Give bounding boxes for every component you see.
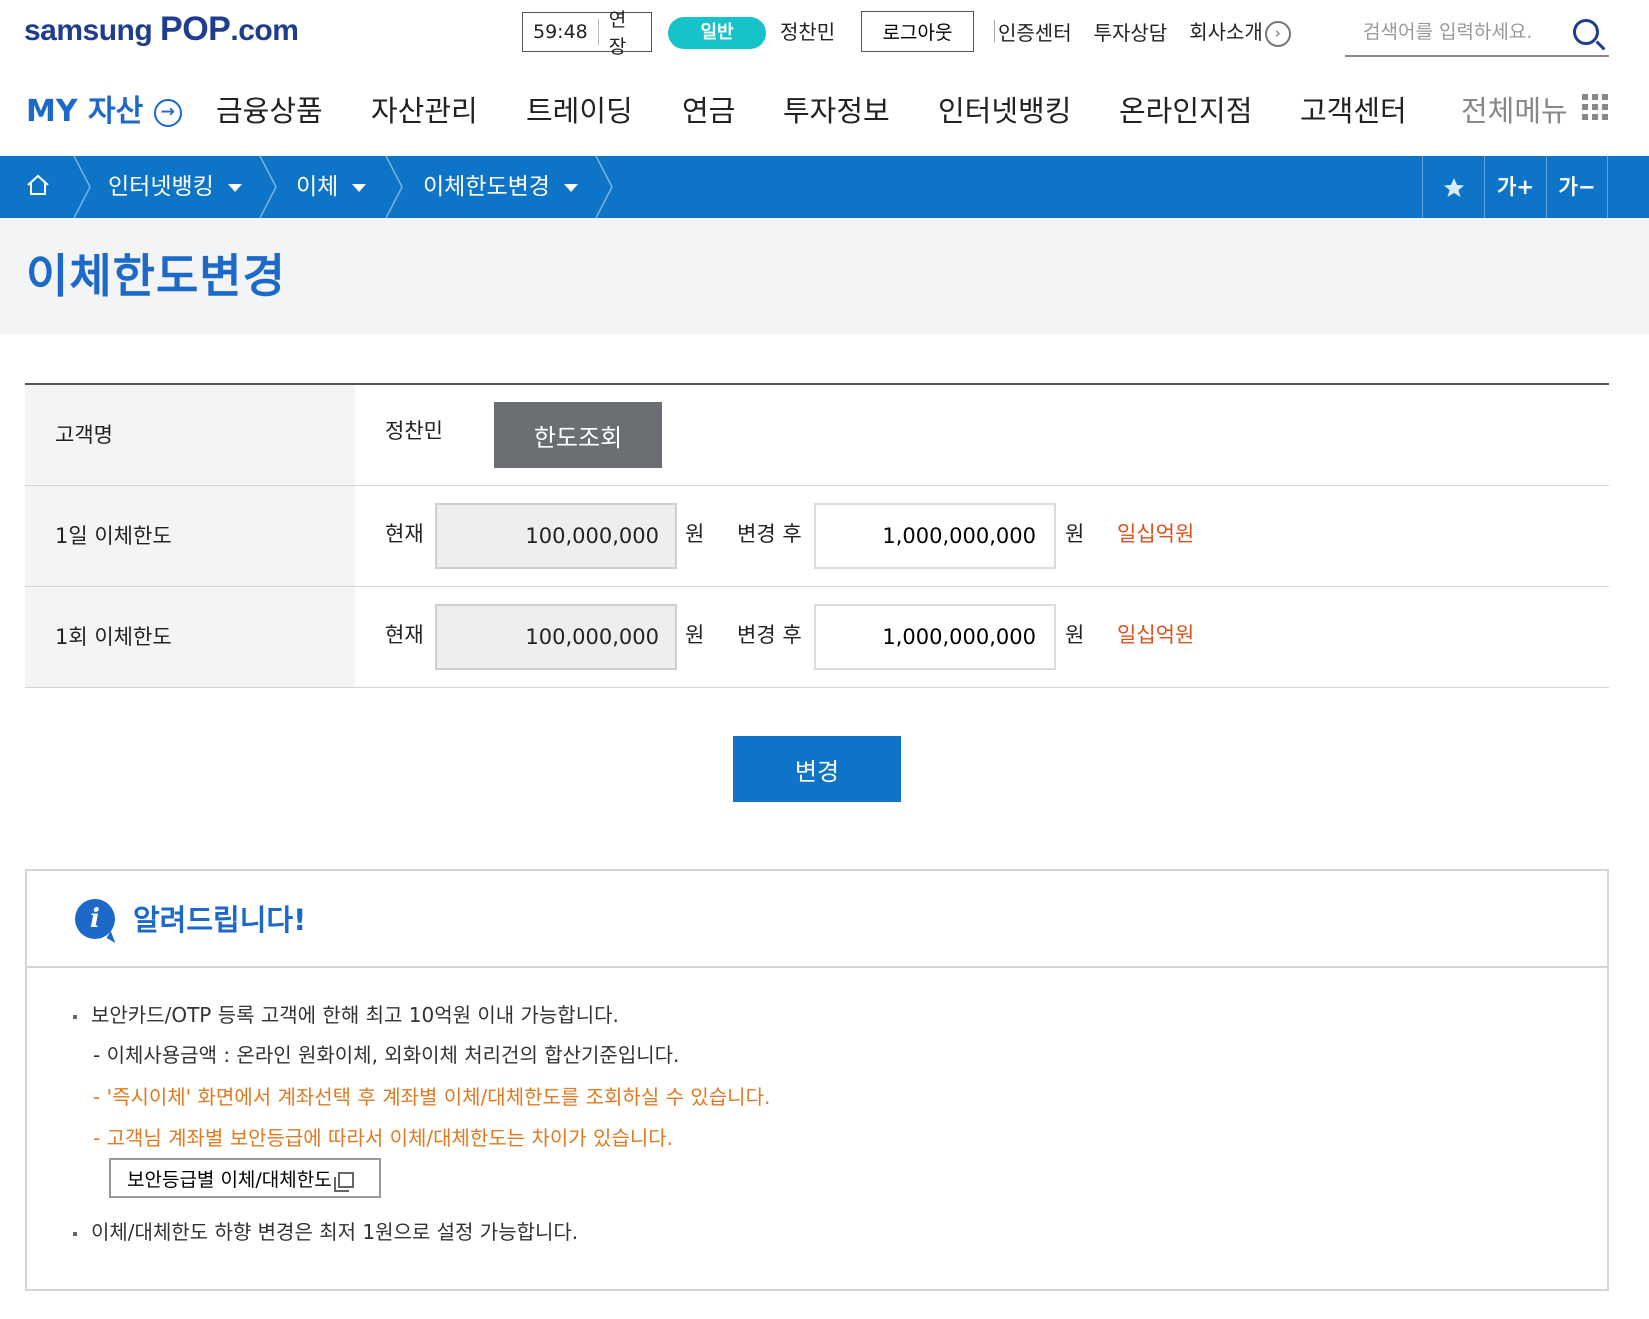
- user-name: 정찬민: [780, 20, 836, 44]
- session-timer-box: 59:48 연장: [522, 9, 652, 58]
- daily-korean-amount: 일십억원: [1117, 522, 1195, 546]
- font-size-up-button[interactable]: 가+: [1484, 156, 1546, 218]
- caret-down-icon: [563, 183, 578, 192]
- caret-down-icon: [227, 183, 242, 192]
- daily-limit-label: 1일 이체한도: [25, 486, 355, 586]
- unit-won: 원: [1065, 522, 1085, 546]
- limit-query-button[interactable]: 한도조회: [494, 402, 662, 468]
- breadcrumb-separator: [259, 156, 277, 218]
- breadcrumb-separator: [595, 156, 613, 218]
- nav-item-asset-management[interactable]: 자산관리: [371, 88, 478, 130]
- nav-item-internet-banking[interactable]: 인터넷뱅킹: [938, 88, 1071, 130]
- security-grade-limit-popup-button[interactable]: 보안등급별 이체/대체한도: [109, 1158, 381, 1198]
- bullet-icon: [73, 1231, 77, 1236]
- unit-won: 원: [1065, 623, 1085, 647]
- page-title: 이체한도변경: [26, 249, 286, 303]
- customer-row: 고객명 정찬민 한도조회: [25, 385, 1609, 486]
- after-label: 변경 후: [737, 623, 802, 647]
- home-icon[interactable]: [26, 173, 50, 197]
- site-logo[interactable]: samsung POP.com: [24, 10, 299, 49]
- caret-down-icon: [352, 183, 367, 192]
- top-link-company[interactable]: 회사소개 ›: [1189, 16, 1291, 47]
- session-timer: 59:48: [523, 19, 599, 45]
- breadcrumb-item-transfer[interactable]: 이체: [296, 156, 367, 218]
- current-label: 현재: [385, 522, 424, 546]
- notice-line-highlight: - '즉시이체' 화면에서 계좌선택 후 계좌별 이체/대체한도를 조회하실 수…: [93, 1085, 771, 1109]
- daily-limit-row: 1일 이체한도 현재 100,000,000 원 변경 후 원 일십억원: [25, 486, 1609, 587]
- unit-won: 원: [685, 623, 705, 647]
- notice-line-highlight: - 고객님 계좌별 보안등급에 따라서 이체/대체한도는 차이가 있습니다.: [93, 1126, 674, 1150]
- current-label: 현재: [385, 623, 424, 647]
- nav-item-pension[interactable]: 연금: [682, 88, 735, 130]
- notice-box: i 알려드립니다! 보안카드/OTP 등록 고객에 한해 최고 10억원 이내 …: [25, 869, 1609, 1291]
- nav-my-assets[interactable]: MY 자산 →: [26, 86, 182, 130]
- top-link-cert-center[interactable]: 인증센터: [998, 17, 1072, 46]
- breadcrumb-item-internet-banking[interactable]: 인터넷뱅킹: [108, 156, 242, 218]
- search-input[interactable]: [1345, 21, 1555, 43]
- customer-name: 정찬민: [385, 419, 443, 443]
- per-transfer-current-limit: 100,000,000: [435, 604, 677, 670]
- notice-line: - 이체사용금액 : 온라인 원화이체, 외화이체 처리건의 합산기준입니다.: [93, 1043, 680, 1067]
- per-transfer-korean-amount: 일십억원: [1117, 623, 1195, 647]
- logout-button[interactable]: 로그아웃: [861, 11, 974, 52]
- search-icon[interactable]: [1573, 19, 1599, 45]
- per-transfer-limit-label: 1회 이체한도: [25, 587, 355, 687]
- notice-line: 보안카드/OTP 등록 고객에 한해 최고 10억원 이내 가능합니다.: [73, 999, 619, 1028]
- notice-header: i 알려드립니다!: [27, 871, 1607, 968]
- per-transfer-new-limit-input[interactable]: [814, 604, 1056, 670]
- change-button[interactable]: 변경: [733, 736, 901, 802]
- notice-line: 이체/대체한도 하향 변경은 최저 1원으로 설정 가능합니다.: [73, 1216, 578, 1245]
- arrow-right-circle-icon: →: [153, 98, 182, 127]
- notice-title: 알려드립니다!: [133, 903, 307, 937]
- nav-item-trading[interactable]: 트레이딩: [526, 88, 633, 130]
- search-box: [1345, 9, 1609, 57]
- favorite-star-icon[interactable]: [1422, 156, 1484, 218]
- after-label: 변경 후: [737, 522, 802, 546]
- daily-new-limit-input[interactable]: [814, 503, 1056, 569]
- divider: [994, 20, 995, 42]
- top-link-consult[interactable]: 투자상담: [1094, 17, 1168, 46]
- per-transfer-limit-row: 1회 이체한도 현재 100,000,000 원 변경 후 원 일십억원: [25, 587, 1609, 688]
- nav-item-customer-center[interactable]: 고객센터: [1300, 88, 1407, 130]
- page-title-area: 이체한도변경: [0, 218, 1649, 334]
- breadcrumb-separator: [385, 156, 403, 218]
- grade-badge: 일반: [668, 17, 766, 49]
- breadcrumb: 인터넷뱅킹 이체 이체한도변경: [0, 156, 1649, 218]
- main-nav: MY 자산 → 금융상품 자산관리 트레이딩 연금 투자정보 인터넷뱅킹 온라인…: [0, 82, 1649, 154]
- nav-item-investment-info[interactable]: 투자정보: [783, 88, 890, 130]
- font-size-down-button[interactable]: 가−: [1546, 156, 1608, 218]
- breadcrumb-separator: [73, 156, 91, 218]
- top-links: 인증센터 투자상담 회사소개 ›: [994, 16, 1291, 47]
- star-icon: [1443, 178, 1464, 197]
- bullet-icon: [73, 1014, 77, 1019]
- extend-session-button[interactable]: 연장: [599, 5, 651, 59]
- limit-form-table: 고객명 정찬민 한도조회 1일 이체한도 현재 100,000,000 원 변경…: [25, 383, 1609, 688]
- nav-item-online-branch[interactable]: 온라인지점: [1119, 88, 1252, 130]
- unit-won: 원: [685, 522, 705, 546]
- nav-item-financial-products[interactable]: 금융상품: [216, 88, 323, 130]
- breadcrumb-item-limit-change[interactable]: 이체한도변경: [423, 156, 578, 218]
- customer-label: 고객명: [25, 385, 355, 485]
- grid-menu-icon[interactable]: [1582, 94, 1608, 120]
- chevron-right-icon: ›: [1264, 20, 1291, 47]
- popup-window-icon: [333, 1172, 354, 1192]
- info-icon: i: [75, 899, 115, 939]
- daily-current-limit: 100,000,000: [435, 503, 677, 569]
- nav-item-all-menu[interactable]: 전체메뉴: [1461, 88, 1568, 130]
